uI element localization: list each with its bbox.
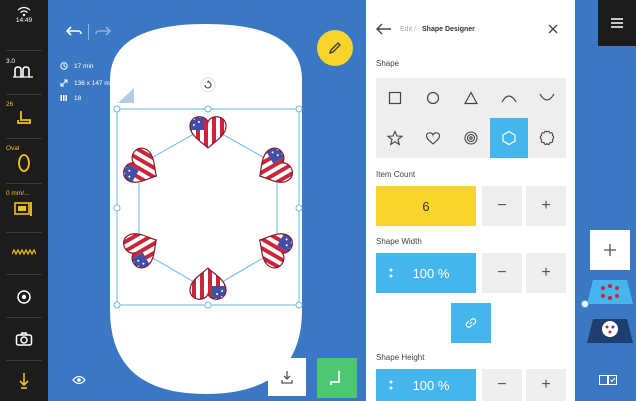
stitch-speed-icon xyxy=(13,66,33,78)
shape-width-label: Shape Width xyxy=(376,237,422,246)
tension-button[interactable] xyxy=(0,110,48,126)
slider-handle-icon xyxy=(389,380,393,390)
time-label: 14:49 xyxy=(15,17,33,24)
hamburger-menu-icon xyxy=(611,18,623,28)
shape-width-minus-button[interactable]: − xyxy=(482,253,522,293)
speed-button[interactable] xyxy=(0,64,48,80)
shape-square[interactable] xyxy=(376,78,414,118)
hoop-area xyxy=(110,24,303,394)
shape-arch-up[interactable] xyxy=(490,78,528,118)
hoop-label: Oval xyxy=(6,145,20,152)
eye-icon[interactable] xyxy=(72,372,86,390)
layer-thumbnail-1[interactable] xyxy=(587,276,633,310)
close-icon[interactable] xyxy=(547,22,559,40)
square-icon xyxy=(388,91,402,105)
shape-heart[interactable] xyxy=(414,118,452,158)
download-icon xyxy=(281,371,293,384)
embroidery-canvas[interactable]: 17 min 136 x 147 mm 18 xyxy=(48,0,366,401)
presser-foot-icon xyxy=(17,111,31,124)
shape-spiral[interactable] xyxy=(452,118,490,158)
link-icon xyxy=(465,318,477,328)
page-title: Shape Designer xyxy=(422,26,475,33)
back-arrow-icon[interactable] xyxy=(376,22,392,40)
target-icon xyxy=(17,290,31,304)
needle-icon xyxy=(19,373,29,389)
shape-height-value: 100 % xyxy=(412,377,450,393)
shape-height-label: Shape Height xyxy=(376,353,425,362)
shape-height-value-field[interactable]: 100 % xyxy=(376,369,476,401)
camera-button[interactable] xyxy=(0,331,48,347)
edit-button[interactable] xyxy=(317,30,353,66)
hoop-button[interactable] xyxy=(0,153,48,173)
shape-height-minus-button[interactable]: − xyxy=(482,369,522,401)
heart-icon xyxy=(425,132,441,145)
design-thumbnail xyxy=(587,319,633,343)
bobbin-icon xyxy=(14,202,32,216)
hexagon-icon xyxy=(502,130,516,146)
wifi-icon xyxy=(17,6,31,17)
layers-view-icon[interactable] xyxy=(599,372,617,390)
stitch-pattern-button[interactable] xyxy=(0,248,48,256)
shape-flower[interactable] xyxy=(528,118,566,158)
shape-designer-panel: Edit / Shape Designer Shape Item Count 6… xyxy=(366,0,575,401)
start-embroidery-button[interactable] xyxy=(317,358,357,398)
download-button[interactable] xyxy=(268,358,306,396)
presser-foot-icon xyxy=(330,371,340,385)
circle-icon xyxy=(426,91,440,105)
item-count-label: Item Count xyxy=(376,170,416,179)
zigzag-stitch-icon xyxy=(12,248,36,256)
shape-hexagon[interactable] xyxy=(490,118,528,158)
slider-handle-icon xyxy=(389,268,393,278)
layer-thumbnail-2[interactable] xyxy=(587,315,633,345)
shape-grid xyxy=(376,78,566,158)
triangle-icon xyxy=(464,91,478,105)
shape-arch-down[interactable] xyxy=(528,78,566,118)
shape-section-label: Shape xyxy=(376,59,400,68)
arch-down-icon xyxy=(539,93,555,101)
arch-up-icon xyxy=(501,95,517,103)
link-proportions-button[interactable] xyxy=(451,303,491,343)
item-count-value[interactable]: 6 xyxy=(376,186,476,226)
shape-height-plus-button[interactable]: + xyxy=(526,369,566,401)
design-thumbnail xyxy=(587,280,633,304)
thread-label: 0 mm/... xyxy=(6,190,30,197)
left-status-bar: 14:49 3.0 26 Oval 0 mm/... xyxy=(0,0,48,401)
item-count-minus-button[interactable]: − xyxy=(482,186,522,226)
selected-layer-indicator xyxy=(581,300,589,308)
needle-down-button[interactable] xyxy=(0,372,48,390)
spiral-icon xyxy=(464,131,478,145)
shape-width-plus-button[interactable]: + xyxy=(526,253,566,293)
pencil-icon xyxy=(328,42,341,55)
thread-button[interactable] xyxy=(0,200,48,218)
hoop-icon xyxy=(18,154,30,172)
star-icon xyxy=(387,130,403,146)
flower-icon xyxy=(539,130,555,146)
plus-icon xyxy=(604,244,616,256)
wifi-status: 14:49 xyxy=(0,6,48,24)
shape-width-value-field[interactable]: 100 % xyxy=(376,253,476,293)
tension-value: 26 xyxy=(6,101,14,108)
menu-button[interactable] xyxy=(598,0,636,46)
add-design-button[interactable] xyxy=(590,230,630,270)
shape-star[interactable] xyxy=(376,118,414,158)
breadcrumb-edit[interactable]: Edit / xyxy=(400,26,416,33)
shape-triangle[interactable] xyxy=(452,78,490,118)
shape-width-value: 100 % xyxy=(412,265,450,281)
needle-position-button[interactable] xyxy=(0,289,48,305)
camera-icon xyxy=(15,332,33,346)
right-toolbar xyxy=(575,0,636,401)
item-count-plus-button[interactable]: + xyxy=(526,186,566,226)
shape-circle[interactable] xyxy=(414,78,452,118)
